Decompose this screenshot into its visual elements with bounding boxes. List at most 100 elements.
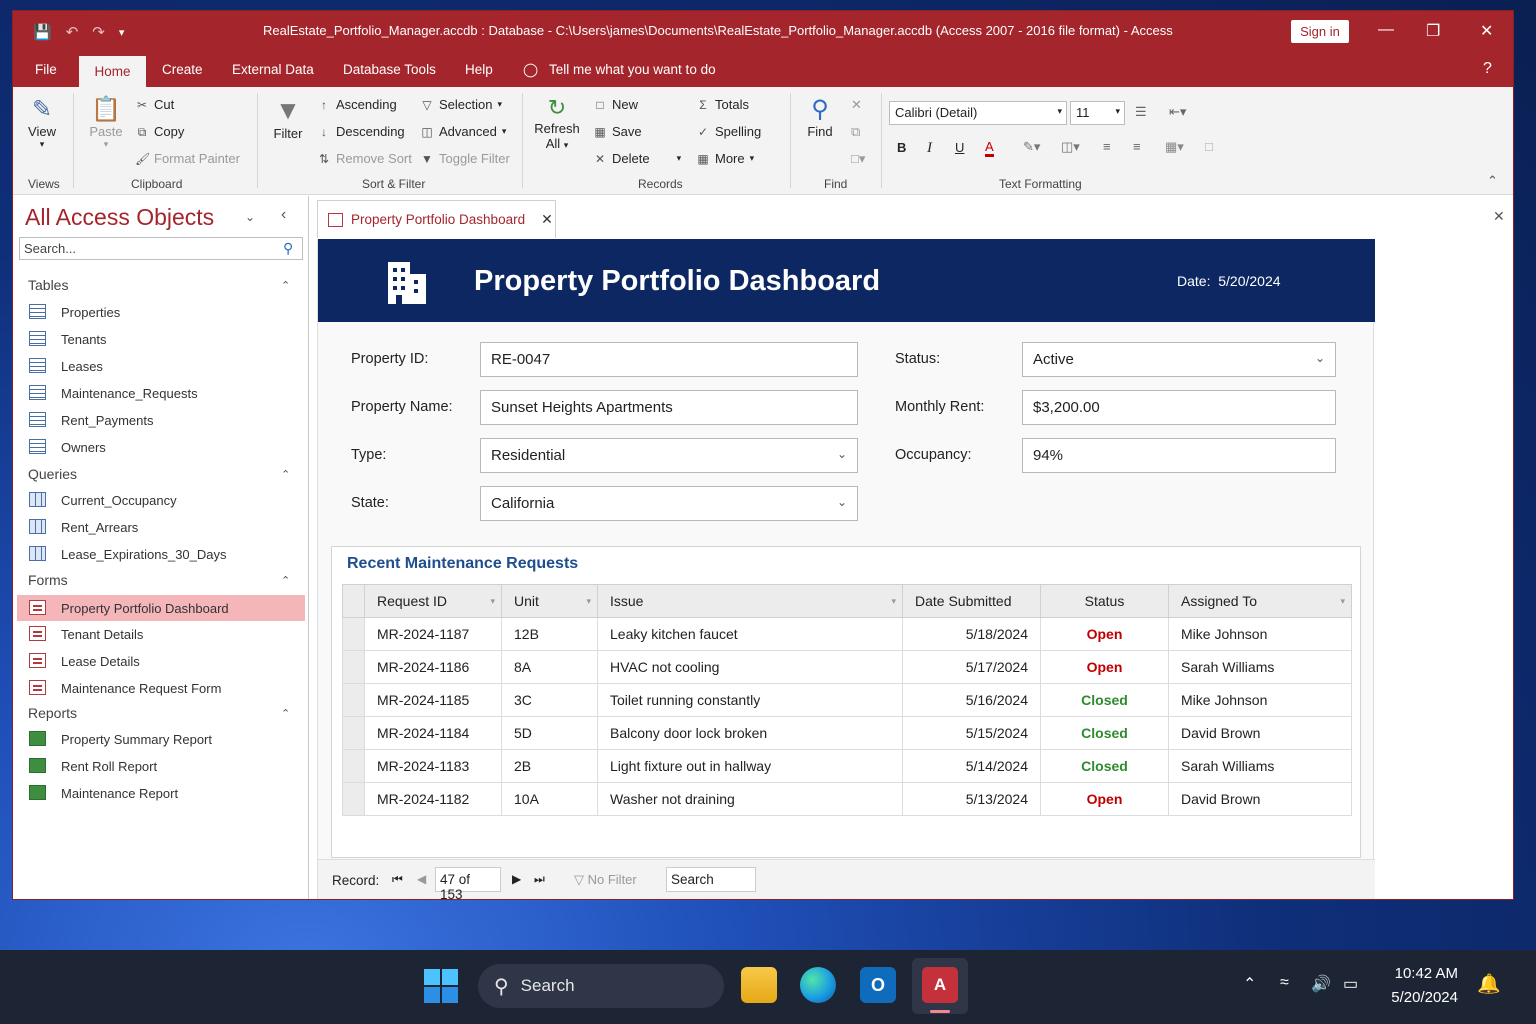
tab-external-data[interactable]: External Data (232, 62, 314, 77)
save-icon[interactable]: 💾 (33, 23, 52, 41)
italic-icon[interactable]: I (927, 140, 932, 157)
occupancy-field[interactable]: 94% (1022, 438, 1336, 473)
find-button[interactable]: ⚲ Find (802, 95, 838, 139)
windows-start-icon[interactable] (424, 969, 458, 1003)
table-row[interactable]: MR-2024-1187 12B Leaky kitchen faucet 5/18/… (342, 617, 1352, 651)
assigned-to-cell[interactable]: David Brown (1168, 716, 1352, 750)
column-header[interactable]: Status (1040, 584, 1169, 618)
request-id-cell[interactable]: MR-2024-1187 (364, 617, 502, 651)
minimize-icon[interactable]: — (1378, 21, 1394, 39)
bullets-icon[interactable]: ☰ (1135, 104, 1147, 120)
record-selector[interactable] (342, 749, 365, 783)
column-header[interactable]: Unit ▾ (501, 584, 598, 618)
nav-pane-title[interactable]: All Access Objects (25, 204, 214, 231)
state-dropdown[interactable]: California ⌄ (480, 486, 858, 521)
close-document-icon[interactable]: ✕ (1493, 208, 1505, 225)
selection-button[interactable]: ▽ Selection ▾ (420, 97, 502, 112)
font-size-dropdown[interactable]: 11 ▾ (1070, 101, 1125, 125)
request-id-cell[interactable]: MR-2024-1182 (364, 782, 502, 816)
tab-create[interactable]: Create (162, 62, 203, 77)
chevron-up-icon[interactable]: ⌃ (1243, 974, 1256, 994)
nav-item-maintenance-request-form[interactable]: Maintenance Request Form (17, 675, 305, 701)
column-sort-icon[interactable]: ▾ (1340, 596, 1345, 607)
issue-cell[interactable]: Washer not draining (597, 782, 903, 816)
help-icon[interactable]: ? (1483, 60, 1492, 78)
nav-item-leases[interactable]: Leases (17, 353, 305, 379)
status-cell[interactable]: Closed (1040, 749, 1169, 783)
type-dropdown[interactable]: Residential ⌄ (480, 438, 858, 473)
file-explorer-icon[interactable] (741, 967, 777, 1003)
unit-cell[interactable]: 8A (501, 650, 598, 684)
nav-item-rent-payments[interactable]: Rent_Payments (17, 407, 305, 433)
next-record-icon[interactable]: ▶ (512, 872, 521, 886)
copy-button[interactable]: ⧉ Copy (135, 124, 185, 139)
font-name-dropdown[interactable]: Calibri (Detail) ▾ (889, 101, 1067, 125)
record-selector[interactable] (342, 716, 365, 750)
status-cell[interactable]: Open (1040, 650, 1169, 684)
assigned-to-cell[interactable]: Mike Johnson (1168, 683, 1352, 717)
date-submitted-cell[interactable]: 5/17/2024 (902, 650, 1041, 684)
remove-sort-button[interactable]: ⇅ Remove Sort (317, 151, 412, 166)
align-left-icon[interactable]: ≡ (1103, 139, 1111, 154)
no-filter-button[interactable]: ▽ No Filter (574, 872, 637, 888)
request-id-cell[interactable]: MR-2024-1186 (364, 650, 502, 684)
indent-icon[interactable]: ⇤▾ (1169, 104, 1186, 120)
assigned-to-cell[interactable]: David Brown (1168, 782, 1352, 816)
customize-qat-icon[interactable]: ▾ (119, 26, 125, 41)
ascending-button[interactable]: ↑ Ascending (317, 97, 397, 112)
column-sort-icon[interactable]: ▾ (891, 596, 896, 607)
status-cell[interactable]: Open (1040, 782, 1169, 816)
collapse-nav-icon[interactable]: ‹ (281, 206, 286, 224)
tab-database-tools[interactable]: Database Tools (343, 62, 436, 77)
notification-bell-icon[interactable]: 🔔 (1477, 972, 1501, 996)
record-selector[interactable] (342, 650, 365, 684)
taskbar-date[interactable]: 5/20/2024 (1380, 989, 1458, 1006)
nav-item-properties[interactable]: Properties (17, 299, 305, 325)
date-submitted-cell[interactable]: 5/16/2024 (902, 683, 1041, 717)
unit-cell[interactable]: 5D (501, 716, 598, 750)
nav-item-maintenance-requests[interactable]: Maintenance_Requests (17, 380, 305, 406)
redo-icon[interactable]: ↷ (92, 23, 105, 41)
nav-search-icon[interactable]: ⚲ (283, 240, 293, 257)
taskbar-time[interactable]: 10:42 AM (1388, 965, 1458, 982)
last-record-icon[interactable]: ⏭ (534, 872, 545, 887)
descending-button[interactable]: ↓ Descending (317, 124, 405, 139)
request-id-cell[interactable]: MR-2024-1183 (364, 749, 502, 783)
nav-item-property-summary-report[interactable]: Property Summary Report (17, 726, 305, 752)
nav-item-rent-arrears[interactable]: Rent_Arrears (17, 514, 305, 540)
nav-section-reports[interactable]: Reports (28, 705, 77, 721)
column-header[interactable]: Assigned To ▾ (1168, 584, 1352, 618)
prev-record-icon[interactable]: ◀ (417, 872, 426, 886)
request-id-cell[interactable]: MR-2024-1185 (364, 683, 502, 717)
record-selector-header[interactable] (342, 584, 365, 618)
nav-section-forms[interactable]: Forms (28, 572, 68, 588)
table-row[interactable]: MR-2024-1185 3C Toilet running constantly 5… (342, 683, 1352, 717)
align-center-icon[interactable]: ≡ (1133, 139, 1141, 154)
nav-menu-icon[interactable]: ⌄ (245, 210, 255, 224)
assigned-to-cell[interactable]: Mike Johnson (1168, 617, 1352, 651)
collapse-ribbon-icon[interactable]: ⌃ (1487, 173, 1498, 189)
collapse-section-icon[interactable]: ⌃ (281, 279, 290, 292)
cut-button[interactable]: ✂ Cut (135, 97, 174, 112)
format-painter-button[interactable]: 🖌 Format Painter (135, 151, 240, 166)
replace-icon[interactable]: ✕ (851, 97, 862, 113)
bold-icon[interactable]: B (897, 140, 906, 155)
delete-record-button[interactable]: ✕ Delete ▾ (593, 151, 681, 166)
more-button[interactable]: ▦ More ▾ (696, 151, 754, 166)
advanced-button[interactable]: ◫ Advanced ▾ (420, 124, 506, 139)
table-row[interactable]: MR-2024-1186 8A HVAC not cooling 5/17/2024 O… (342, 650, 1352, 684)
date-submitted-cell[interactable]: 5/18/2024 (902, 617, 1041, 651)
assigned-to-cell[interactable]: Sarah Williams (1168, 749, 1352, 783)
view-button[interactable]: ✎ View ▾ (25, 95, 59, 150)
nav-item-current-occupancy[interactable]: Current_Occupancy (17, 487, 305, 513)
paste-button[interactable]: 📋 Paste ▾ (88, 95, 124, 150)
nav-item-tenants[interactable]: Tenants (17, 326, 305, 352)
request-id-cell[interactable]: MR-2024-1184 (364, 716, 502, 750)
property-id-field[interactable]: RE-0047 (480, 342, 858, 377)
record-search-input[interactable]: Search (666, 867, 756, 892)
unit-cell[interactable]: 10A (501, 782, 598, 816)
date-submitted-cell[interactable]: 5/15/2024 (902, 716, 1041, 750)
column-header[interactable]: Date Submitted (902, 584, 1041, 618)
tab-file[interactable]: File (35, 62, 57, 77)
goto-icon[interactable]: ⧉ (851, 124, 860, 140)
